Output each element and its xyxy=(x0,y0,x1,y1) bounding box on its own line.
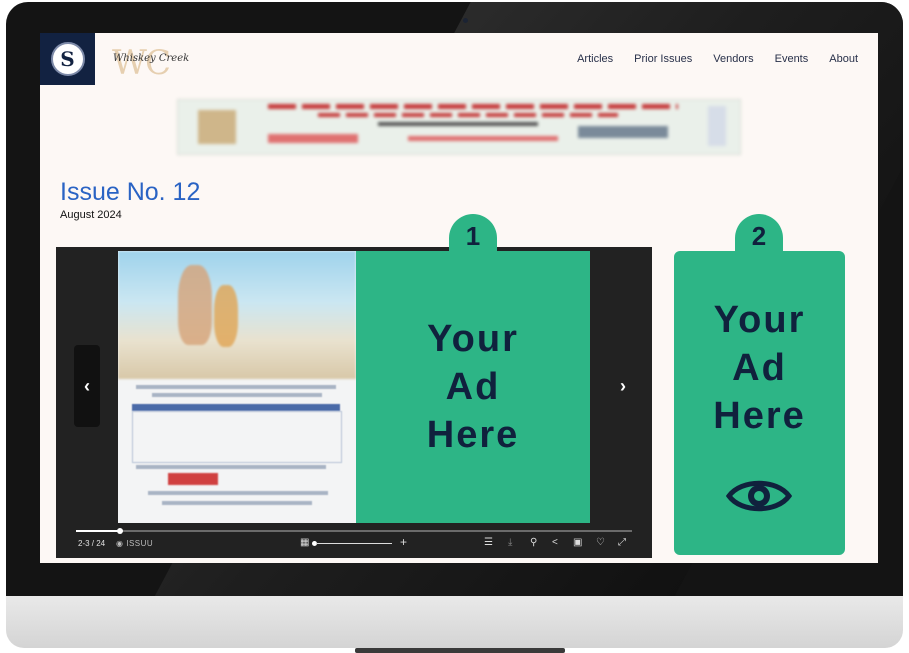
zoom-slider[interactable] xyxy=(316,543,392,544)
nav-articles[interactable]: Articles xyxy=(577,53,613,65)
banner-text-line xyxy=(268,104,678,109)
page-ad-text: Your Ad Here xyxy=(403,315,543,459)
site-logo[interactable]: S xyxy=(40,33,95,85)
logo-monogram: S xyxy=(50,42,85,76)
page-text-line xyxy=(152,393,322,397)
photo-figure xyxy=(214,285,238,347)
next-page-button[interactable]: › xyxy=(610,345,636,427)
side-ad-text: Your Ad Here xyxy=(674,296,845,440)
main-nav: Articles Prior Issues Vendors Events Abo… xyxy=(577,53,858,65)
progress-handle[interactable] xyxy=(117,528,124,534)
page-text-line xyxy=(136,465,326,469)
page-logo xyxy=(168,473,218,485)
beach-photo xyxy=(118,251,356,379)
banner-ad[interactable] xyxy=(177,99,741,155)
issuu-label: ISSUU xyxy=(126,539,154,548)
nav-events[interactable]: Events xyxy=(775,53,809,65)
grid-view-icon[interactable]: ▦ xyxy=(300,537,309,548)
share-icon[interactable]: < xyxy=(552,537,558,548)
issue-title: Issue No. 12 xyxy=(60,178,201,206)
side-ad-line: Your Ad Here xyxy=(713,299,806,437)
page-text-line xyxy=(136,385,336,389)
banner-text-line xyxy=(378,122,538,126)
issue-date: August 2024 xyxy=(60,209,122,221)
photo-figure xyxy=(178,265,212,345)
nav-vendors[interactable]: Vendors xyxy=(713,53,753,65)
page-indicator: 2-3 / 24 xyxy=(78,539,106,548)
download-icon[interactable]: ⤓ xyxy=(508,537,512,548)
ad-number-badge-2: 2 xyxy=(735,214,783,254)
nav-about[interactable]: About xyxy=(829,53,858,65)
zoom-in-icon[interactable]: + xyxy=(400,535,407,549)
magazine-reader: Your Ad Here ‹ › 2-3 / 24 ◉ ISSUU ▦ + ☰ … xyxy=(56,247,652,558)
progress-fill xyxy=(76,530,121,532)
banner-image-left xyxy=(198,110,236,144)
previous-page-button[interactable]: ‹ xyxy=(74,345,100,427)
monitor-chin xyxy=(6,596,903,648)
brand-name[interactable]: Whiskey Creek xyxy=(113,53,189,64)
banner-phone xyxy=(268,134,358,143)
eye-icon xyxy=(726,480,792,512)
chevron-left-icon: ‹ xyxy=(84,375,90,396)
like-icon[interactable]: ♡ xyxy=(596,537,605,548)
embed-icon[interactable]: ▣ xyxy=(573,537,582,548)
magazine-page-left[interactable] xyxy=(118,251,356,523)
fullscreen-icon[interactable]: ⤢ xyxy=(618,537,626,548)
nav-prior-issues[interactable]: Prior Issues xyxy=(634,53,692,65)
ad-line: Your Ad Here xyxy=(426,318,520,456)
page-section-bar xyxy=(132,404,340,411)
ad-number-badge-1: 1 xyxy=(449,214,497,254)
page-progress-bar[interactable] xyxy=(76,528,632,534)
monitor-stand xyxy=(355,648,565,653)
table-of-contents-icon[interactable]: ☰ xyxy=(484,537,493,548)
camera-dot xyxy=(463,18,468,23)
issuu-logo[interactable]: ◉ ISSUU xyxy=(116,539,153,548)
page-text-line xyxy=(148,491,328,495)
magazine-page-right-ad[interactable]: Your Ad Here xyxy=(356,251,590,523)
banner-image-right xyxy=(708,106,726,146)
banner-url xyxy=(408,136,558,141)
banner-text-line xyxy=(318,113,618,117)
page-text-line xyxy=(162,501,312,505)
banner-text-block xyxy=(578,126,668,138)
chevron-right-icon: › xyxy=(620,375,626,396)
issuu-icon: ◉ xyxy=(116,539,124,548)
side-ad-slot[interactable]: Your Ad Here xyxy=(674,251,845,555)
website-screen: S WC Whiskey Creek Articles Prior Issues… xyxy=(40,33,878,563)
search-icon[interactable]: ⚲ xyxy=(530,537,537,548)
page-table xyxy=(132,411,342,463)
reader-toolbar: 2-3 / 24 ◉ ISSUU ▦ + ☰ ⤓ ⚲ < ▣ ♡ ⤢ xyxy=(56,527,652,558)
